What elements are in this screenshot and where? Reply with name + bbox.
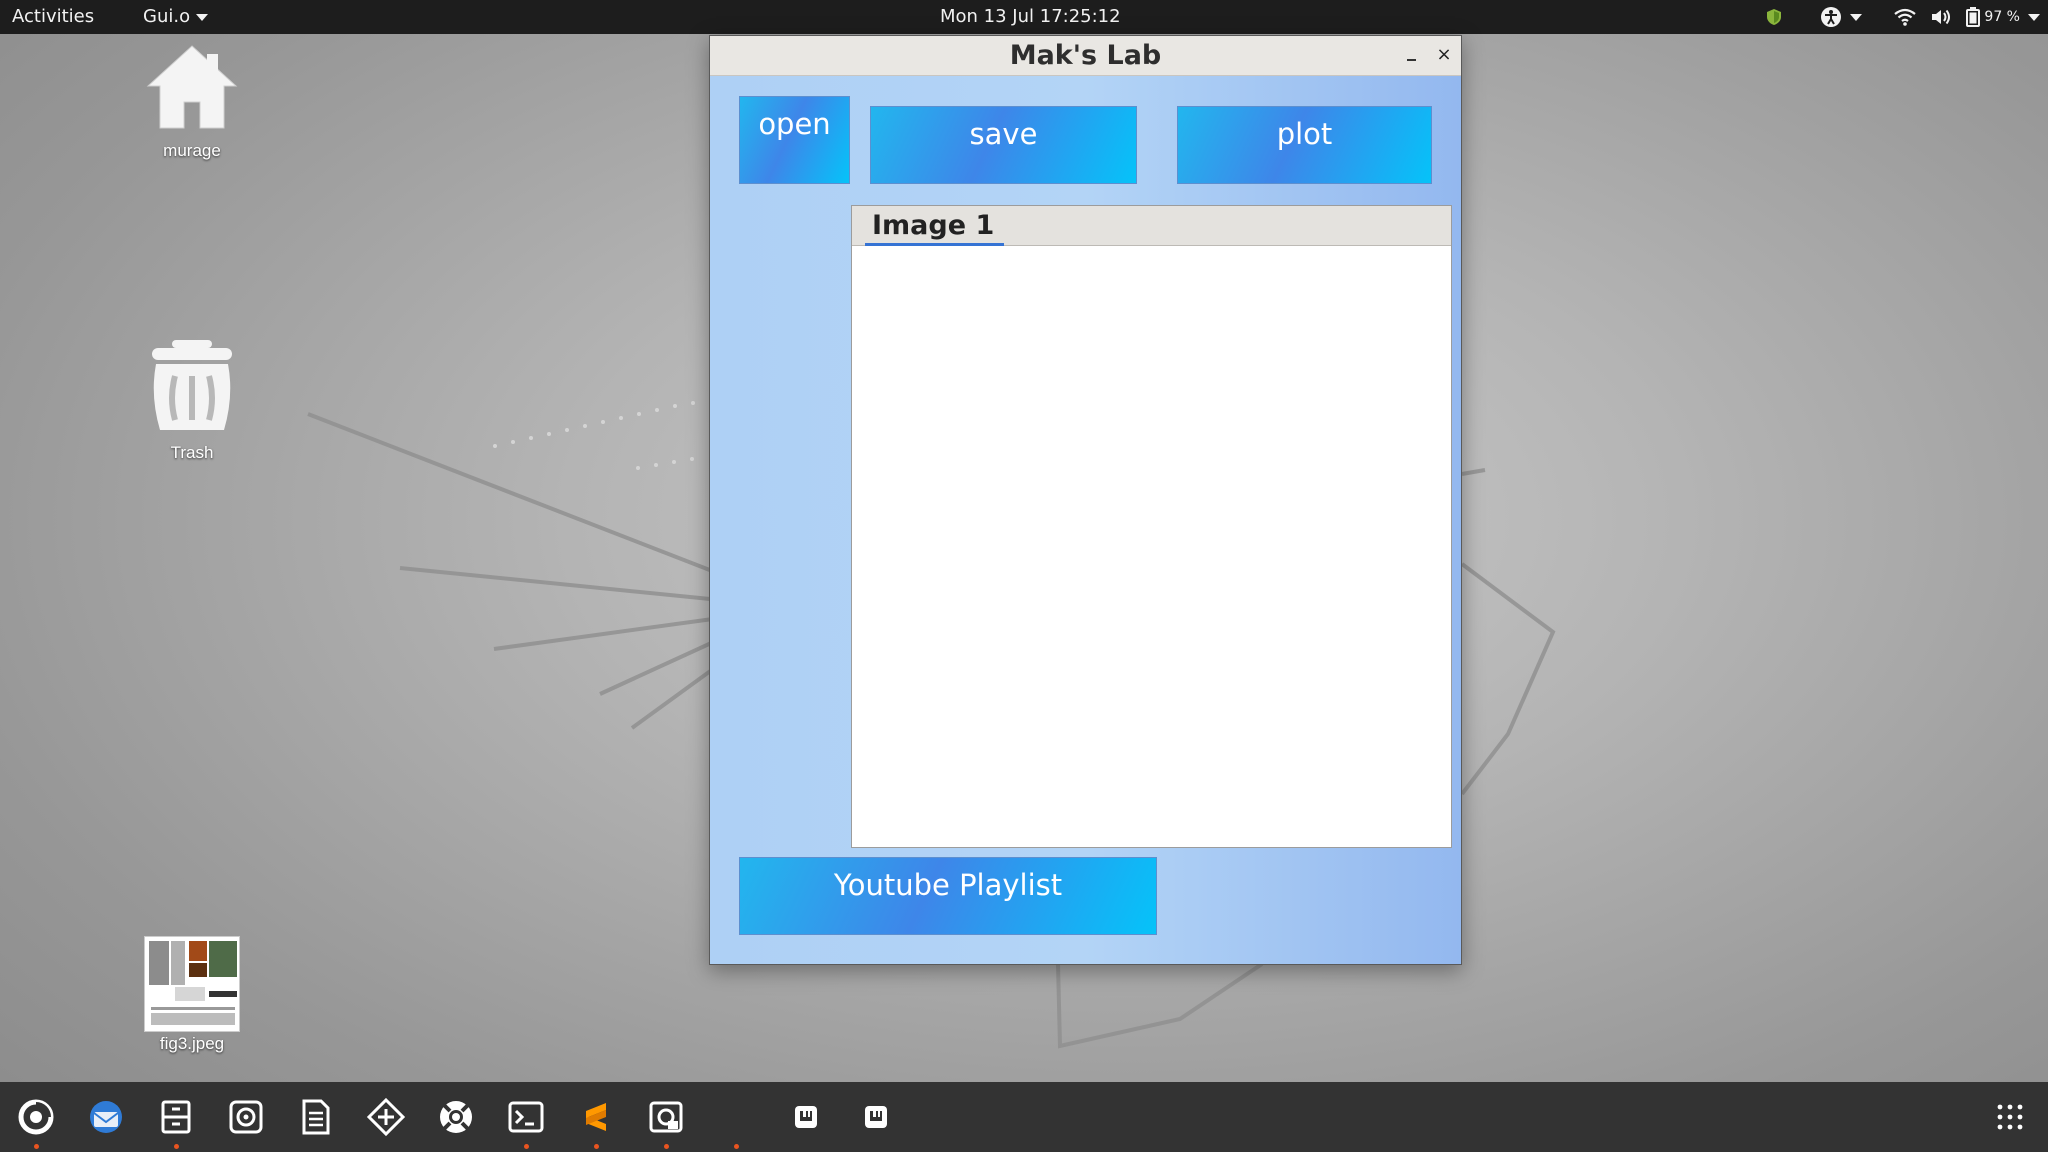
shield-icon[interactable] xyxy=(1766,0,1782,34)
window-icon xyxy=(795,1106,817,1128)
dock-item-window-1[interactable] xyxy=(786,1097,826,1137)
screenshot-icon xyxy=(649,1101,683,1133)
youtube-playlist-button[interactable]: Youtube Playlist xyxy=(739,857,1157,935)
dock xyxy=(0,1082,2048,1152)
terminal-icon xyxy=(508,1101,544,1133)
dock-item-writer[interactable] xyxy=(296,1097,336,1137)
show-applications-button[interactable] xyxy=(1997,1104,2023,1130)
desktop-icon-label: murage xyxy=(163,141,221,160)
window-title: Mak's Lab xyxy=(1009,40,1162,71)
window-icon xyxy=(865,1106,887,1128)
dock-item-screenshot[interactable] xyxy=(646,1097,686,1149)
tab-bar: Image 1 xyxy=(852,206,1451,246)
top-bar: Activities Gui.o Mon 13 Jul 17:25:12 97 … xyxy=(0,0,2048,34)
app-menu[interactable]: Gui.o xyxy=(143,0,209,34)
dock-item-rhythmbox[interactable] xyxy=(226,1097,266,1137)
desktop-icon-label: Trash xyxy=(170,443,214,462)
files-icon xyxy=(161,1100,191,1134)
dock-item-firefox[interactable] xyxy=(16,1097,56,1149)
clock[interactable]: Mon 13 Jul 17:25:12 xyxy=(940,0,1121,34)
tab-image-1[interactable]: Image 1 xyxy=(862,206,1005,246)
chevron-down-icon xyxy=(2028,13,2040,21)
desktop-icon-image-file[interactable]: fig3.jpeg xyxy=(122,936,262,1054)
rhythmbox-icon xyxy=(229,1100,263,1134)
save-button[interactable]: save xyxy=(870,106,1137,184)
sublime-icon xyxy=(586,1103,606,1131)
running-indicator xyxy=(34,1144,39,1149)
firefox-icon xyxy=(18,1099,54,1135)
desktop-icon-trash[interactable]: Trash xyxy=(122,336,262,463)
minimize-button[interactable] xyxy=(1400,44,1424,68)
dock-item-terminal[interactable] xyxy=(506,1097,546,1149)
dock-item-files[interactable] xyxy=(156,1097,196,1149)
running-indicator xyxy=(734,1144,739,1149)
app-menu-label: Gui.o xyxy=(143,6,191,27)
trash-icon xyxy=(152,340,232,430)
close-button[interactable]: × xyxy=(1432,42,1456,68)
help-icon xyxy=(440,1101,472,1133)
chevron-down-icon xyxy=(196,13,209,21)
desktop-icon-label: fig3.jpeg xyxy=(159,1034,225,1053)
thunderbird-icon xyxy=(90,1101,122,1133)
image-thumbnail xyxy=(144,936,240,1032)
plot-button[interactable]: plot xyxy=(1177,106,1432,184)
dock-item-help[interactable] xyxy=(436,1097,476,1137)
app-window: Mak's Lab × open save plot Image 1 Youtu… xyxy=(709,35,1462,965)
accessibility-icon[interactable] xyxy=(1820,0,1863,34)
dock-item-running-app[interactable] xyxy=(716,1097,756,1149)
image-notebook: Image 1 xyxy=(851,205,1452,848)
software-icon xyxy=(366,1097,406,1137)
running-indicator xyxy=(664,1144,669,1149)
running-indicator xyxy=(524,1144,529,1149)
activities-button[interactable]: Activities xyxy=(12,0,94,34)
window-titlebar[interactable]: Mak's Lab × xyxy=(710,36,1461,76)
dock-item-thunderbird[interactable] xyxy=(86,1097,126,1137)
running-indicator xyxy=(594,1144,599,1149)
wifi-icon[interactable] xyxy=(1894,0,1917,34)
dock-item-window-2[interactable] xyxy=(856,1097,896,1137)
desktop-icon-home[interactable]: murage xyxy=(122,42,262,161)
system-tray[interactable]: 97 % xyxy=(1766,0,2040,34)
image-canvas[interactable] xyxy=(852,247,1451,847)
battery-icon[interactable]: 97 % xyxy=(1966,0,2040,34)
home-folder-icon xyxy=(146,45,238,129)
app-grid-icon xyxy=(1997,1104,2023,1130)
chevron-down-icon xyxy=(1850,13,1863,21)
dock-item-software[interactable] xyxy=(366,1097,406,1137)
dock-item-sublime[interactable] xyxy=(576,1097,616,1149)
volume-icon[interactable] xyxy=(1930,0,1952,34)
running-indicator xyxy=(174,1144,179,1149)
open-button[interactable]: open xyxy=(739,96,850,184)
battery-percentage: 97 % xyxy=(1984,9,2020,25)
writer-icon xyxy=(302,1099,330,1135)
